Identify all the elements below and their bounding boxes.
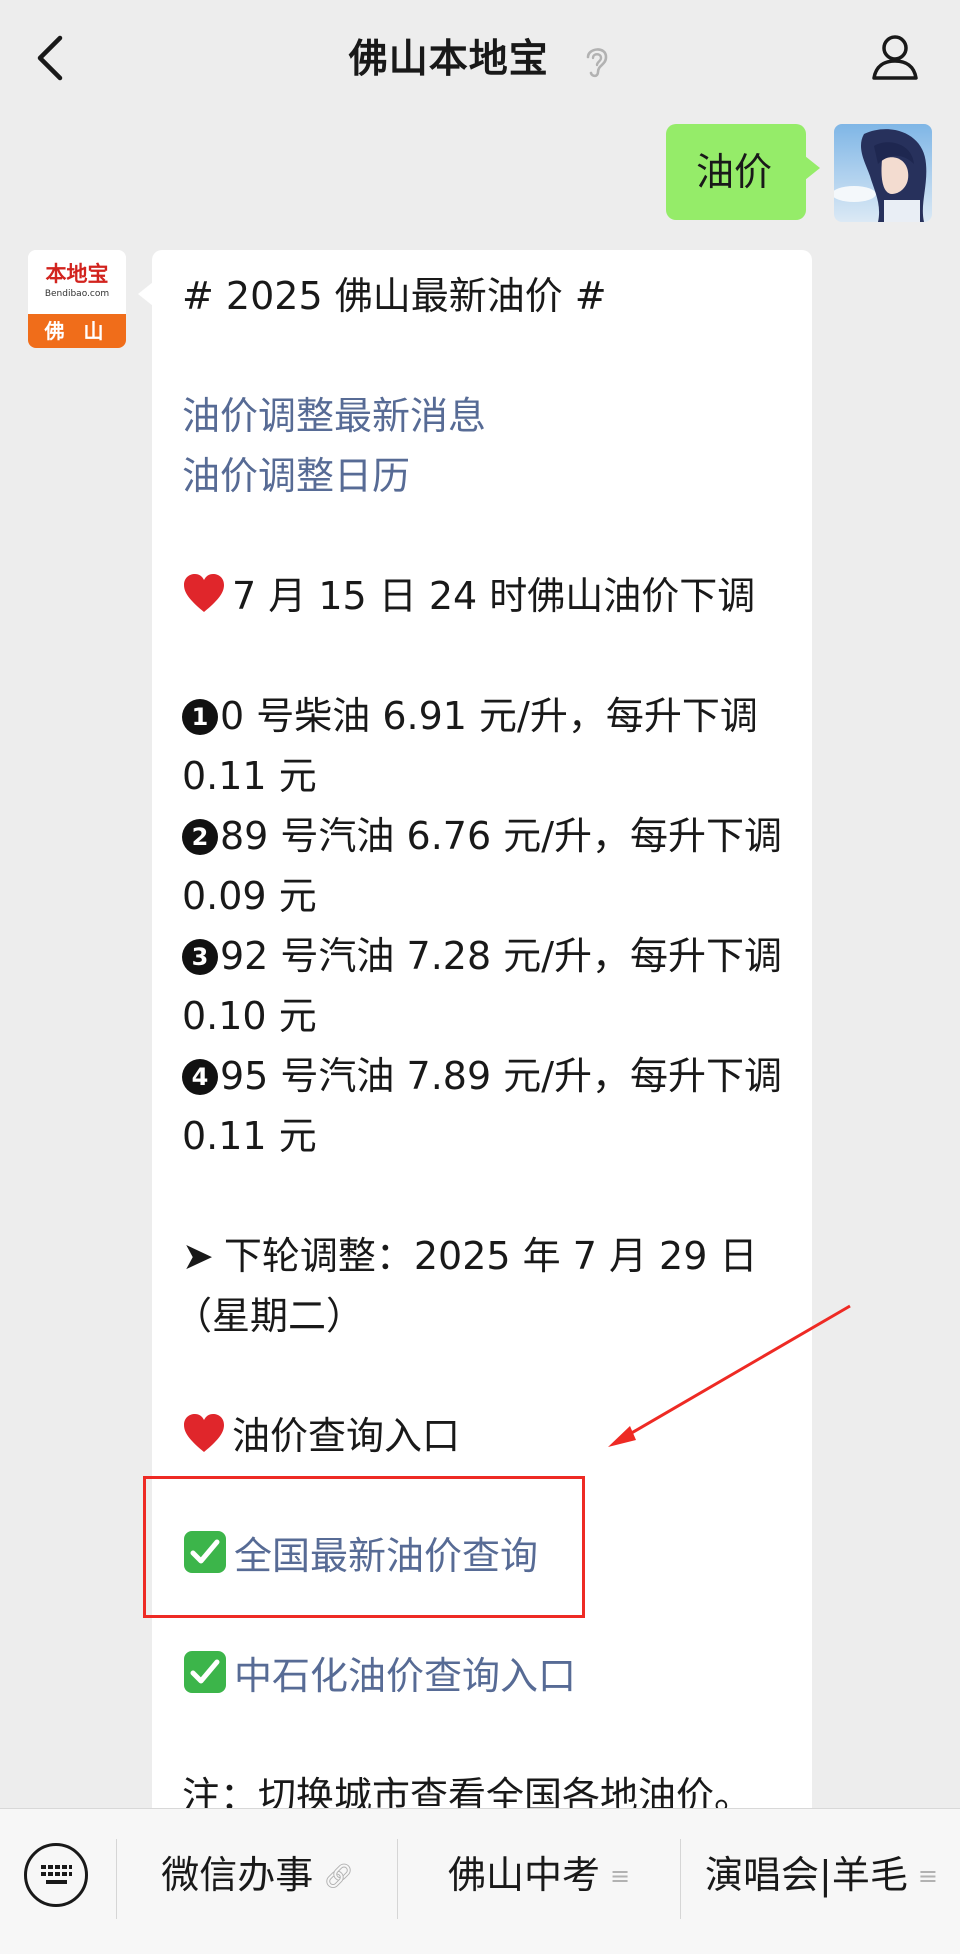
next-adjust-line: ➤ 下轮调整：2025 年 7 月 29 日 bbox=[182, 1226, 757, 1286]
price-change-1: 0.11 元 bbox=[182, 754, 317, 798]
user-avatar[interactable] bbox=[834, 124, 932, 222]
headline-text: 7 月 15 日 24 时佛山油价下调 bbox=[232, 574, 756, 618]
link-icon: 🔗︎ bbox=[323, 1862, 354, 1890]
number-badge: 4 bbox=[182, 1059, 218, 1095]
account-name: 佛山本地宝 bbox=[348, 37, 549, 82]
link-adjust-calendar[interactable]: 油价调整日历 bbox=[182, 446, 410, 506]
keyboard-toggle-button[interactable] bbox=[24, 1843, 88, 1907]
link-sinopec-price[interactable]: 中石化油价查询入口 bbox=[234, 1654, 576, 1698]
user-message-row: 油价 bbox=[532, 124, 932, 222]
heart-icon bbox=[184, 574, 224, 612]
headline-line: 7 月 15 日 24 时佛山油价下调 bbox=[182, 566, 755, 626]
menu-item-label: 演唱会|羊毛 bbox=[705, 1853, 908, 1897]
price-item-3: 3 92 号汽油 7.28 元/升，每升下调 bbox=[182, 926, 782, 986]
logo-text: 本地宝 bbox=[45, 261, 109, 286]
bot-message-bubble: # 2025 佛山最新油价 # 油价调整最新消息 油价调整日历 7 月 15 日… bbox=[138, 250, 812, 1950]
bottom-menu-bar: 微信办事 🔗︎ 佛山中考 ≡ 演唱会|羊毛 ≡ bbox=[0, 1808, 960, 1954]
price-item-1: 10 号柴油 6.91 元/升，每升下调 bbox=[182, 686, 758, 746]
national-price-query[interactable]: 全国最新油价查询 bbox=[182, 1526, 538, 1586]
logo-city: 佛 山 bbox=[28, 314, 126, 348]
menu-item-concerts[interactable]: 演唱会|羊毛 ≡ bbox=[683, 1845, 960, 1905]
logo-subtext: Bendibao.com bbox=[44, 289, 110, 299]
check-mark-icon bbox=[184, 1531, 226, 1573]
page-title: 佛山本地宝 bbox=[0, 28, 960, 84]
submenu-icon: ≡ bbox=[609, 1862, 631, 1890]
link-national-price[interactable]: 全国最新油价查询 bbox=[234, 1534, 538, 1578]
number-badge: 3 bbox=[182, 939, 218, 975]
profile-icon[interactable] bbox=[870, 32, 920, 82]
price-item-4: 4 95 号汽油 7.89 元/升，每升下调 bbox=[182, 1046, 782, 1106]
menu-divider bbox=[680, 1839, 681, 1919]
query-heading-text: 油价查询入口 bbox=[232, 1414, 461, 1458]
menu-divider bbox=[397, 1839, 398, 1919]
price-text: 95 号汽油 7.89 元/升，每升下调 bbox=[220, 1054, 783, 1098]
price-change-4: 0.11 元 bbox=[182, 1114, 317, 1158]
submenu-icon: ≡ bbox=[917, 1862, 938, 1890]
price-change-2: 0.09 元 bbox=[182, 874, 317, 918]
next-adjust-weekday: （星期二） bbox=[174, 1294, 365, 1338]
user-message-bubble[interactable]: 油价 bbox=[666, 124, 820, 220]
anime-avatar-image bbox=[834, 124, 932, 222]
price-item-2: 2 89 号汽油 6.76 元/升，每升下调 bbox=[182, 806, 782, 866]
price-text: 89 号汽油 6.76 元/升，每升下调 bbox=[220, 814, 783, 858]
menu-item-label: 微信办事 bbox=[161, 1853, 314, 1897]
number-badge: 1 bbox=[182, 699, 218, 735]
hashtag-title: # 2025 佛山最新油价 # bbox=[182, 274, 607, 318]
official-account-avatar[interactable]: 本地宝 Bendibao.com 佛 山 bbox=[28, 250, 126, 348]
next-adjust-text: 下轮调整：2025 年 7 月 29 日 bbox=[223, 1234, 758, 1278]
menu-item-foshan-exam[interactable]: 佛山中考 ≡ bbox=[400, 1845, 678, 1905]
heart-icon bbox=[184, 1414, 224, 1452]
nav-bar: 佛山本地宝 bbox=[0, 0, 960, 118]
menu-item-wechat-services[interactable]: 微信办事 🔗︎ bbox=[120, 1845, 395, 1905]
menu-item-label: 佛山中考 bbox=[447, 1853, 600, 1897]
link-latest-news[interactable]: 油价调整最新消息 bbox=[182, 386, 486, 446]
menu-divider bbox=[116, 1839, 117, 1919]
price-change-3: 0.10 元 bbox=[182, 994, 317, 1038]
arrowhead-icon: ➤ bbox=[182, 1234, 214, 1278]
keyboard-icon bbox=[41, 1865, 72, 1884]
ear-icon bbox=[586, 47, 608, 77]
sinopec-price-query[interactable]: 中石化油价查询入口 bbox=[182, 1646, 576, 1706]
price-text: 0 号柴油 6.91 元/升，每升下调 bbox=[220, 694, 758, 738]
bendibao-logo: 本地宝 Bendibao.com bbox=[28, 250, 126, 314]
query-heading: 油价查询入口 bbox=[182, 1406, 460, 1466]
price-text: 92 号汽油 7.28 元/升，每升下调 bbox=[220, 934, 783, 978]
number-badge: 2 bbox=[182, 819, 218, 855]
check-mark-icon bbox=[184, 1651, 226, 1693]
